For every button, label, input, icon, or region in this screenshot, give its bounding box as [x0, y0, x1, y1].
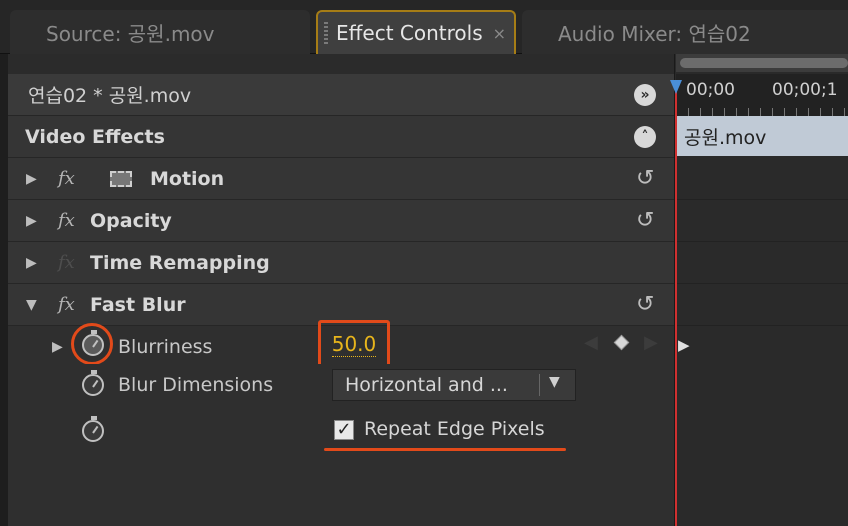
close-icon[interactable]: ×	[493, 24, 506, 43]
effect-name-time-remapping: Time Remapping	[90, 251, 270, 274]
ruler-ticks	[676, 108, 848, 116]
timeline-scrollbar[interactable]	[676, 54, 848, 72]
motion-transform-icon[interactable]	[110, 171, 132, 187]
expand-triangle-icon[interactable]: ▶	[26, 213, 37, 229]
fx-icon[interactable]: fx	[58, 210, 75, 231]
fx-icon[interactable]: fx	[58, 294, 75, 315]
timeline-scroll-thumb[interactable]	[680, 58, 848, 68]
clip-header-row: 연습02 * 공원.mov »	[8, 74, 674, 116]
timeline-row	[676, 200, 848, 242]
playhead-handle-icon[interactable]	[670, 80, 682, 94]
show-timeline-button[interactable]: »	[634, 83, 656, 106]
reset-icon[interactable]: ↺	[636, 166, 654, 191]
time-label-next: 00;00;1	[772, 80, 838, 100]
effect-name-opacity: Opacity	[90, 209, 172, 232]
stopwatch-icon	[82, 416, 104, 442]
annotation-underline	[324, 448, 566, 451]
tab-effect-controls-label: Effect Controls	[336, 21, 483, 45]
clip-name: 연습02 * 공원.mov	[28, 85, 192, 107]
tab-source[interactable]: Source: 공원.mov	[10, 10, 310, 54]
tab-effect-controls[interactable]: Effect Controls ×	[316, 10, 516, 54]
blur-dimensions-value: Horizontal and ...	[345, 374, 508, 396]
prev-keyframe-icon[interactable]: ◀	[584, 332, 598, 353]
tab-source-label: Source: 공원.mov	[46, 21, 215, 46]
effect-row-time-remapping[interactable]: ▶ fx Time Remapping	[8, 242, 674, 284]
timeline-clip[interactable]: 공원.mov	[676, 116, 848, 156]
collapse-button[interactable]: ˄	[634, 125, 656, 148]
collapse-triangle-icon[interactable]: ▼	[26, 297, 37, 313]
tab-audio-mixer-label: Audio Mixer: 연습02	[558, 21, 751, 46]
effect-row-motion[interactable]: ▶ fx Motion ↺	[8, 158, 674, 200]
effect-row-opacity[interactable]: ▶ fx Opacity ↺	[8, 200, 674, 242]
repeat-edge-checkbox[interactable]: ✓	[334, 420, 354, 440]
effect-name-fast-blur: Fast Blur	[90, 293, 186, 316]
video-effects-row: Video Effects ˄	[8, 116, 674, 158]
timeline-ruler[interactable]: 00;00 00;00;1	[676, 74, 848, 116]
expand-triangle-icon[interactable]: ▶	[26, 255, 37, 271]
blurriness-value: 50.0	[331, 331, 377, 357]
blurriness-value-field[interactable]: 50.0	[318, 320, 390, 368]
expand-triangle-icon[interactable]: ▶	[52, 339, 63, 355]
blur-dimensions-dropdown[interactable]: Horizontal and ... ▼	[332, 369, 576, 401]
timeline-row	[676, 158, 848, 200]
timeline-row	[676, 284, 848, 326]
chevron-down-icon[interactable]: ▼	[549, 374, 560, 390]
tab-grip-icon[interactable]	[324, 22, 328, 46]
blurriness-label: Blurriness	[118, 336, 213, 358]
fx-icon: fx	[58, 252, 75, 273]
expand-triangle-icon[interactable]: ▶	[26, 171, 37, 187]
keyframe-marker-icon[interactable]: ▶	[678, 336, 690, 354]
timeline-clip-label: 공원.mov	[684, 126, 767, 149]
repeat-edge-label[interactable]: Repeat Edge Pixels	[364, 418, 545, 440]
blur-dimensions-label: Blur Dimensions	[118, 374, 274, 396]
playhead-line[interactable]	[675, 80, 677, 526]
dropdown-separator	[539, 374, 540, 396]
fx-icon[interactable]: fx	[58, 168, 75, 189]
stopwatch-icon	[82, 370, 104, 396]
effect-name-motion: Motion	[150, 167, 225, 190]
panel-tab-bar: Source: 공원.mov Effect Controls × Audio M…	[0, 0, 848, 54]
stopwatch-highlight	[71, 323, 113, 365]
panel-header-strip	[8, 54, 674, 74]
time-label-start: 00;00	[686, 80, 735, 100]
tab-audio-mixer[interactable]: Audio Mixer: 연습02	[522, 10, 848, 54]
timeline-row	[676, 242, 848, 284]
next-keyframe-icon[interactable]: ▶	[644, 332, 658, 353]
video-effects-title: Video Effects	[25, 125, 165, 148]
reset-icon[interactable]: ↺	[636, 292, 654, 317]
reset-icon[interactable]: ↺	[636, 208, 654, 233]
